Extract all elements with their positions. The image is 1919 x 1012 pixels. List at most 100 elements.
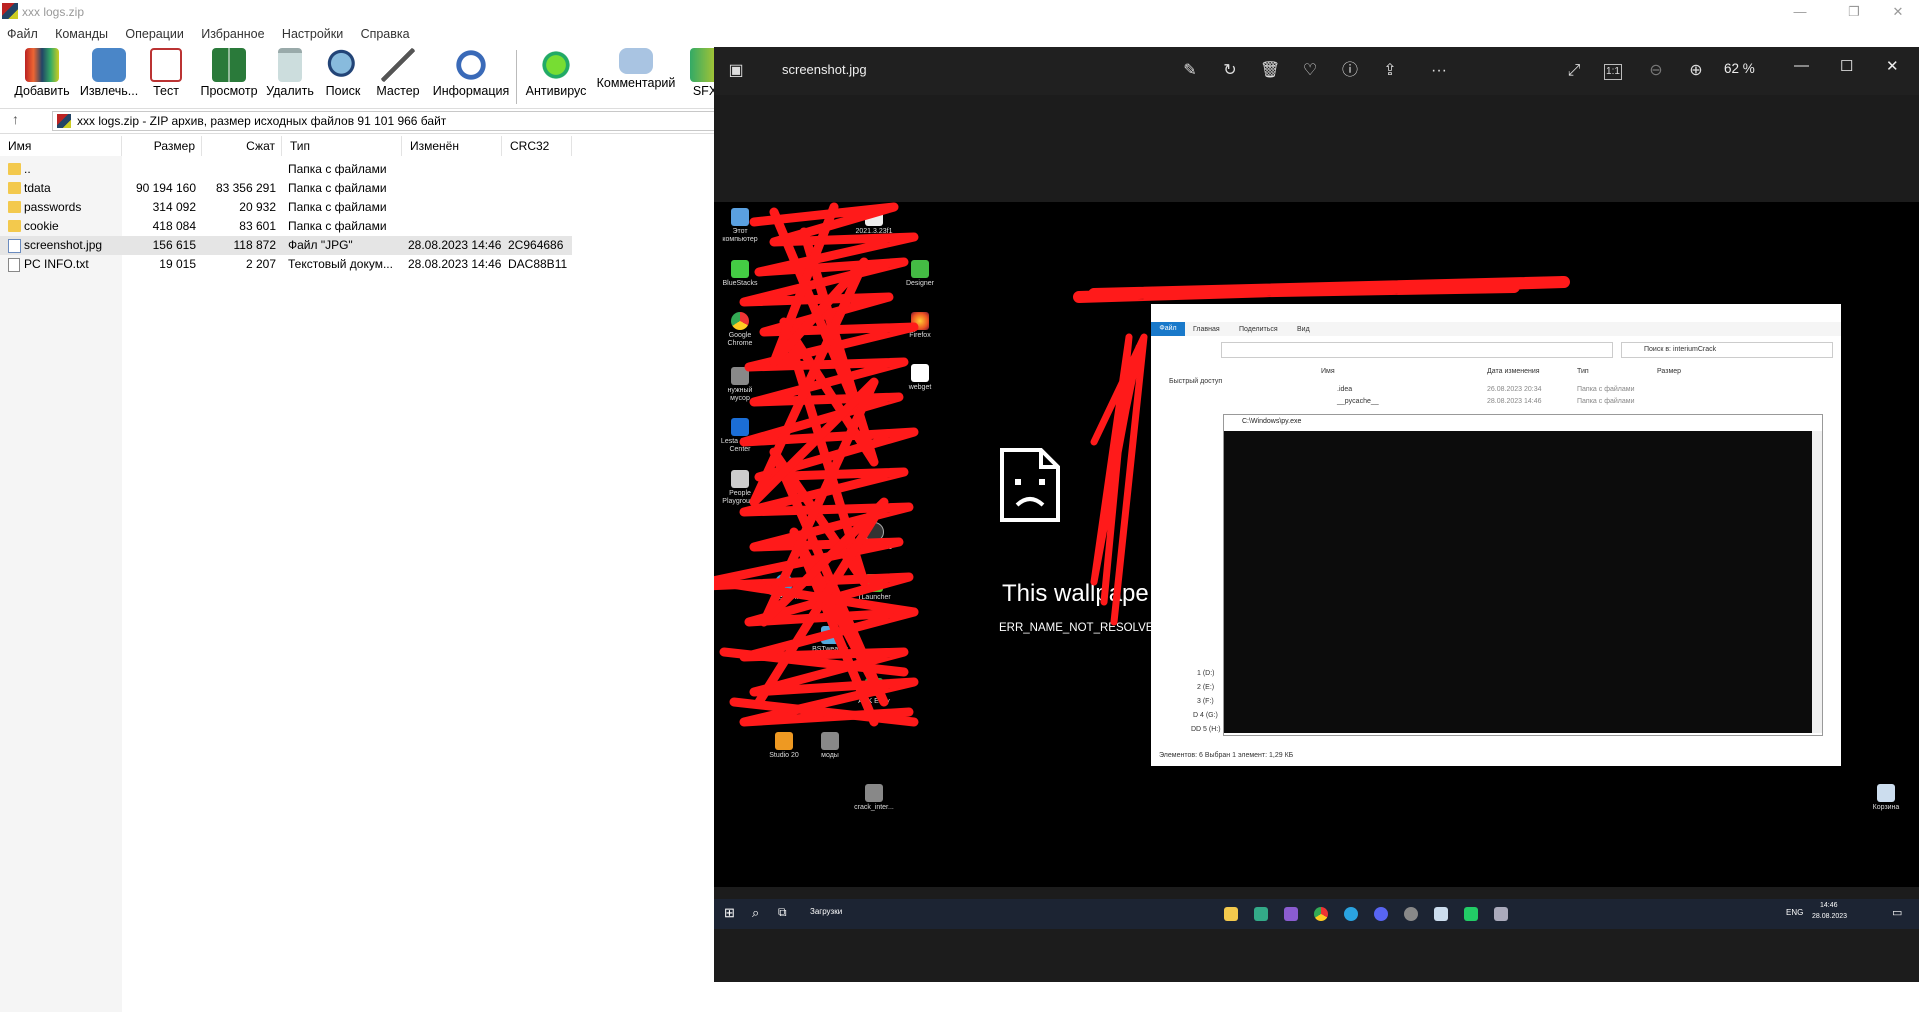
menu-settings[interactable]: Настройки	[275, 24, 350, 44]
explorer-status: Элементов: 6 Выбран 1 элемент: 1,29 КБ	[1159, 752, 1294, 759]
desktop-label: APK Easy	[858, 698, 890, 705]
menu-commands[interactable]: Команды	[48, 24, 115, 44]
column-type[interactable]: Тип	[282, 136, 402, 156]
table-row[interactable]: .. Папка с файлами	[0, 160, 572, 179]
row-crc: 2C964686	[508, 238, 564, 252]
explorer-tab-share: Поделиться	[1239, 326, 1278, 333]
displayed-screenshot: Этот компьютер BlueStacks Google Chrome …	[714, 202, 1919, 887]
find-label: Поиск	[325, 84, 361, 98]
up-arrow-icon[interactable]: ↑	[12, 111, 19, 127]
add-button[interactable]: Добавить	[10, 48, 74, 98]
menu-file[interactable]: Файл	[0, 24, 45, 44]
gallery-icon[interactable]: ▣	[726, 61, 746, 81]
restore-button[interactable]: ❐	[1834, 2, 1874, 22]
desktop-label: Этот компьютер	[722, 228, 758, 243]
wizard-button[interactable]: Мастер	[372, 48, 424, 98]
viewer-filename: screenshot.jpg	[782, 62, 867, 77]
computer-icon	[731, 208, 749, 226]
people-playground-icon	[731, 470, 749, 488]
trash-icon	[278, 48, 302, 82]
rotate-icon[interactable]: ↻	[1220, 61, 1240, 81]
find-button[interactable]: Поиск	[320, 48, 366, 98]
viewer-close-button[interactable]: ✕	[1886, 57, 1899, 75]
menu-operations[interactable]: Операции	[118, 24, 190, 44]
view-button[interactable]: Просмотр	[196, 48, 262, 98]
console-body	[1224, 431, 1812, 733]
info-button[interactable]: Информация	[430, 48, 512, 98]
tlauncher-icon	[865, 574, 883, 592]
column-size[interactable]: Размер	[122, 136, 202, 156]
wizard-label: Мастер	[376, 84, 420, 98]
row-modified: 28.08.2023 14:46	[408, 238, 502, 252]
column-packed[interactable]: Сжат	[202, 136, 282, 156]
table-row-selected[interactable]: screenshot.jpg 156 615 118 872 Файл "JPG…	[0, 236, 572, 255]
viewer-minimize-button[interactable]: —	[1794, 57, 1809, 74]
share-icon[interactable]: ⇪	[1380, 61, 1400, 81]
zoom-level[interactable]: 62 %	[1724, 61, 1755, 76]
test-button[interactable]: Тест	[146, 48, 186, 98]
row-size: 314 092	[152, 200, 196, 214]
actual-size-icon[interactable]: 1:1	[1604, 64, 1622, 80]
menu-favorites[interactable]: Избранное	[194, 24, 271, 44]
screenshot-taskbar: ⊞ ⌕ ⧉ Загрузки ENG 14:46 28.08.2023 ▭	[714, 899, 1919, 929]
table-row[interactable]: cookie 418 084 83 601 Папка с файлами	[0, 217, 572, 236]
console-title: C:\Windows\py.exe	[1242, 418, 1302, 425]
magnifier-icon	[326, 48, 360, 82]
row-size: 90 194 160	[135, 181, 196, 195]
explorer-row-date: 26.08.2023 20:34	[1487, 386, 1542, 393]
folder-icon	[821, 732, 839, 750]
minimize-button[interactable]: —	[1780, 2, 1820, 22]
obs-taskbar-icon	[1404, 907, 1418, 921]
edit-image-icon[interactable]: ✎	[1180, 61, 1200, 81]
row-type: Папка с файлами	[288, 200, 387, 214]
zoom-in-icon[interactable]: ⊕	[1686, 61, 1706, 81]
desktop-label: BSTweaker	[812, 646, 848, 653]
menu-help[interactable]: Справка	[354, 24, 417, 44]
viewer-maximize-button[interactable]: ☐	[1840, 57, 1853, 75]
archive-path-field[interactable]: xxx logs.zip - ZIP архив, размер исходны…	[52, 111, 722, 131]
toolbar: Добавить Извлечь... Тест Просмотр Удалит…	[0, 44, 720, 106]
table-row[interactable]: tdata 90 194 160 83 356 291 Папка с файл…	[0, 179, 572, 198]
desktop-icon: нужный мусор	[720, 367, 760, 403]
table-row[interactable]: PC INFO.txt 19 015 2 207 Текстовый докум…	[0, 255, 572, 274]
heart-icon[interactable]: ♡	[1300, 61, 1320, 81]
comment-button[interactable]: Комментарий	[596, 48, 676, 90]
drive-label: 1 (D:)	[1197, 670, 1215, 677]
zoom-out-icon[interactable]: ⊖	[1646, 61, 1666, 81]
virus-scan-icon	[539, 48, 573, 82]
fullscreen-icon[interactable]: ⤢	[1564, 61, 1584, 81]
table-row[interactable]: passwords 314 092 20 932 Папка с файлами	[0, 198, 572, 217]
column-modified[interactable]: Изменён	[402, 136, 502, 156]
desktop-label: Firefox	[909, 332, 931, 339]
row-name: cookie	[24, 219, 59, 233]
desktop-label: People Playground	[722, 490, 758, 505]
lesta-icon	[731, 418, 749, 436]
toolbar-separator	[516, 50, 517, 104]
desktop-label: crack_inter...	[854, 804, 894, 811]
title-bar: xxx logs.zip — ❐ ✕	[0, 0, 1919, 24]
drive-label: 3 (F:)	[1197, 698, 1214, 705]
webget-icon	[911, 364, 929, 382]
delete-button[interactable]: Удалить	[264, 48, 316, 98]
firefox-icon	[911, 312, 929, 330]
explorer-quick-access: Быстрый доступ	[1169, 378, 1223, 385]
desktop-icon: Firefox	[900, 312, 940, 340]
column-crc32[interactable]: CRC32	[502, 136, 572, 156]
folder-icon	[8, 201, 21, 213]
desktop-icon: Корзина	[1866, 784, 1906, 812]
more-icon[interactable]: ···	[1424, 61, 1454, 81]
desktop-label: Studio 20	[769, 752, 799, 759]
explorer-tab-file: Файл	[1151, 322, 1185, 336]
row-name: PC INFO.txt	[24, 257, 89, 271]
row-name: ..	[24, 162, 31, 176]
row-name: tdata	[24, 181, 51, 195]
close-button[interactable]: ✕	[1878, 2, 1918, 22]
magic-wand-icon	[381, 48, 415, 82]
explorer-search: Поиск в: interiumCrack	[1621, 342, 1833, 358]
telegram-taskbar-icon	[1344, 907, 1358, 921]
delete-icon[interactable]: 🗑	[1260, 61, 1280, 81]
column-name[interactable]: Имя	[0, 136, 122, 156]
info-icon[interactable]: ⓘ	[1340, 61, 1360, 81]
extract-button[interactable]: Извлечь...	[76, 48, 142, 98]
antivirus-button[interactable]: Антивирус	[524, 48, 588, 98]
